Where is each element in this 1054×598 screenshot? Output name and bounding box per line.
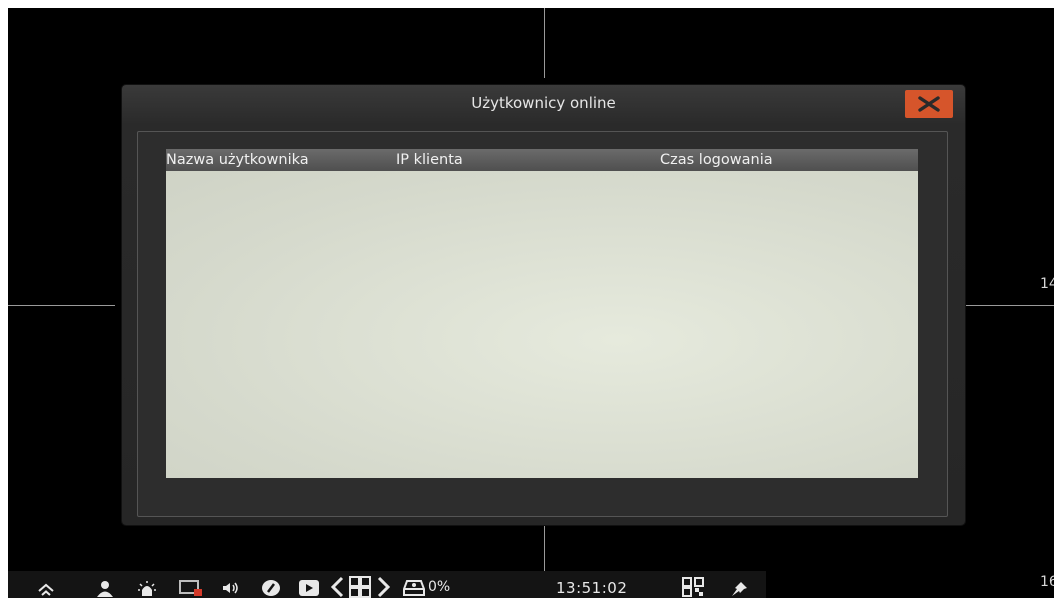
- hdd-icon[interactable]: [403, 579, 425, 597]
- qr-icon[interactable]: [682, 577, 704, 597]
- previous-icon[interactable]: [330, 576, 344, 598]
- dialog-title: Użytkownicy online: [471, 94, 616, 112]
- clock: 13:51:02: [556, 579, 628, 597]
- grid-divider-horizontal-right: [965, 305, 1054, 306]
- online-users-dialog: Użytkownicy online Nazwa użytkownika IP …: [122, 85, 965, 525]
- edit-icon[interactable]: [261, 579, 281, 597]
- close-icon: [918, 96, 940, 112]
- home-icon[interactable]: [38, 583, 54, 597]
- close-button[interactable]: [905, 90, 953, 118]
- users-table-body[interactable]: [166, 171, 918, 478]
- user-icon[interactable]: [96, 580, 114, 597]
- channel-label-14: 14: [1040, 276, 1054, 292]
- users-panel: Nazwa użytkownika IP klienta Czas logowa…: [137, 131, 948, 517]
- grid-divider-vertical-bottom: [544, 518, 545, 578]
- grid-divider-vertical-top: [544, 8, 545, 78]
- grid-layout-icon[interactable]: [349, 576, 371, 598]
- grid-divider-horizontal-left: [8, 305, 115, 306]
- channel-label-16: 16: [1040, 574, 1054, 590]
- playback-icon[interactable]: [298, 579, 320, 597]
- live-view-screen: 14 16 Użytkownicy online Nazwa użytkowni…: [8, 8, 1054, 598]
- hdd-usage-text: 0%: [428, 579, 451, 595]
- column-header-username: Nazwa użytkownika: [166, 152, 309, 168]
- display-icon[interactable]: [179, 580, 203, 597]
- taskbar: 0% 13:51:02: [8, 571, 766, 598]
- column-header-login-time: Czas logowania: [660, 152, 773, 168]
- column-header-client-ip: IP klienta: [396, 152, 463, 168]
- volume-icon[interactable]: [222, 581, 240, 595]
- pin-icon[interactable]: [730, 581, 748, 597]
- table-header: Nazwa użytkownika IP klienta Czas logowa…: [166, 149, 918, 171]
- alarm-icon[interactable]: [137, 580, 157, 597]
- next-icon[interactable]: [377, 576, 391, 598]
